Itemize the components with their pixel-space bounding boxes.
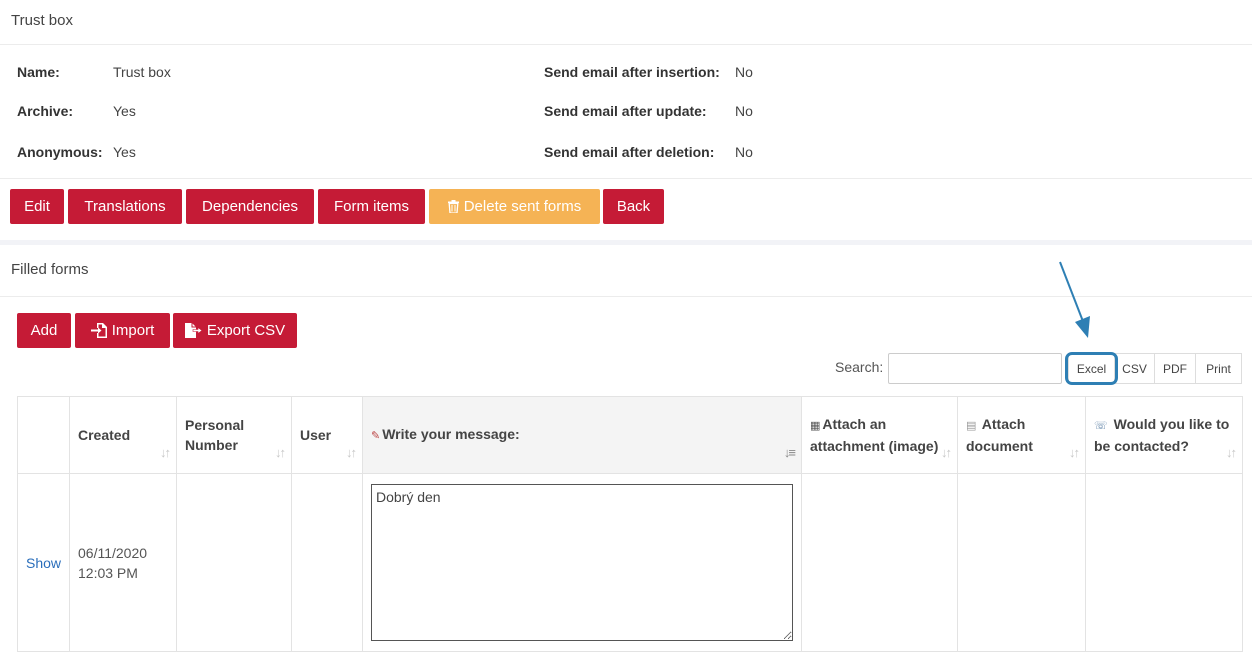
page-title: Trust box xyxy=(11,12,73,29)
email-update-value: No xyxy=(735,103,753,119)
divider xyxy=(0,44,1252,45)
header-personal-number-label: Personal Number xyxy=(185,417,245,453)
message-cell: Dobrý den xyxy=(362,473,802,652)
table-row: Show 06/11/2020 12:03 PM Dobrý den xyxy=(17,473,1243,652)
back-button[interactable]: Back xyxy=(603,189,664,224)
document-icon: ▤ xyxy=(966,420,977,432)
name-label: Name: xyxy=(17,64,60,80)
header-created-label: Created xyxy=(78,427,131,443)
created-cell: 06/11/2020 12:03 PM xyxy=(69,473,177,652)
header-attach-document[interactable]: ▤ Attach document ↓↑ xyxy=(957,396,1086,474)
email-insert-value: No xyxy=(735,64,753,80)
anonymous-label: Anonymous: xyxy=(17,144,103,160)
header-user[interactable]: User ↓↑ xyxy=(291,396,363,474)
search-label: Search: xyxy=(835,359,884,375)
message-textarea[interactable]: Dobrý den xyxy=(371,484,793,641)
pointer-arrow-icon xyxy=(1059,261,1090,338)
contact-icon: ☏ xyxy=(1094,420,1108,432)
table-header-row: Created ↓↑ Personal Number ↓↑ User ↓↑ ✎ W… xyxy=(17,396,1243,474)
personal-number-cell xyxy=(176,473,292,652)
header-user-label: User xyxy=(300,427,332,443)
edit-button[interactable]: Edit xyxy=(10,189,64,224)
divider xyxy=(0,178,1252,179)
delete-sent-forms-button[interactable]: Delete sent forms xyxy=(429,189,600,224)
header-message[interactable]: ✎ Write your message: ↓≡ xyxy=(362,396,802,474)
header-personal-number[interactable]: Personal Number ↓↑ xyxy=(176,396,292,474)
sort-ascending-icon: ↓≡ xyxy=(783,445,796,460)
header-actions xyxy=(17,396,70,474)
import-icon xyxy=(90,323,107,338)
excel-button[interactable]: Excel xyxy=(1068,353,1115,384)
csv-button[interactable]: CSV xyxy=(1114,353,1155,384)
sort-icon: ↓↑ xyxy=(1226,445,1237,460)
form-items-button[interactable]: Form items xyxy=(318,189,425,224)
export-csv-label: Export CSV xyxy=(206,322,286,339)
archive-value: Yes xyxy=(113,103,136,119)
attach-image-cell xyxy=(801,473,958,652)
image-icon: ▦ xyxy=(810,420,821,432)
sort-icon: ↓↑ xyxy=(941,445,952,460)
contact-cell xyxy=(1085,473,1243,652)
pdf-button[interactable]: PDF xyxy=(1154,353,1196,384)
header-attach-image[interactable]: ▦ Attach an attachment (image) ↓↑ xyxy=(801,396,958,474)
add-button[interactable]: Add xyxy=(17,313,71,348)
sort-icon: ↓↑ xyxy=(275,445,286,460)
name-value: Trust box xyxy=(113,64,171,80)
email-update-label: Send email after update: xyxy=(544,103,707,119)
dependencies-button[interactable]: Dependencies xyxy=(186,189,314,224)
action-cell: Show xyxy=(17,473,70,652)
archive-label: Archive: xyxy=(17,103,74,119)
header-contact-label: Would you like to be contacted? xyxy=(1094,416,1230,454)
created-time: 12:03 PM xyxy=(78,564,138,581)
print-button[interactable]: Print xyxy=(1195,353,1242,384)
pencil-icon: ✎ xyxy=(371,430,381,442)
email-delete-value: No xyxy=(735,144,753,160)
sort-icon: ↓↑ xyxy=(1069,445,1080,460)
header-message-label: Write your message: xyxy=(382,426,520,442)
header-created[interactable]: Created ↓↑ xyxy=(69,396,177,474)
search-input[interactable] xyxy=(888,353,1062,384)
email-insert-label: Send email after insertion: xyxy=(544,64,720,80)
anonymous-value: Yes xyxy=(113,144,136,160)
import-label: Import xyxy=(111,322,155,339)
created-date: 06/11/2020 xyxy=(78,544,148,561)
show-link[interactable]: Show xyxy=(26,555,61,571)
header-attach-document-label: Attach document xyxy=(966,416,1033,454)
export-icon xyxy=(184,323,202,338)
user-cell xyxy=(291,473,363,652)
import-button[interactable]: Import xyxy=(75,313,170,348)
sort-icon: ↓↑ xyxy=(346,445,357,460)
section-gap xyxy=(0,240,1252,245)
export-csv-button[interactable]: Export CSV xyxy=(173,313,297,348)
header-contact[interactable]: ☏ Would you like to be contacted? ↓↑ xyxy=(1085,396,1243,474)
sort-icon: ↓↑ xyxy=(160,445,171,460)
filled-forms-table: Created ↓↑ Personal Number ↓↑ User ↓↑ ✎ W… xyxy=(17,396,1243,652)
attach-document-cell xyxy=(957,473,1086,652)
header-attach-image-label: Attach an attachment (image) xyxy=(810,416,939,454)
email-delete-label: Send email after deletion: xyxy=(544,144,715,160)
trash-icon xyxy=(447,200,459,213)
delete-sent-forms-label: Delete sent forms xyxy=(463,198,582,215)
filled-forms-title: Filled forms xyxy=(11,261,89,278)
translations-button[interactable]: Translations xyxy=(68,189,182,224)
